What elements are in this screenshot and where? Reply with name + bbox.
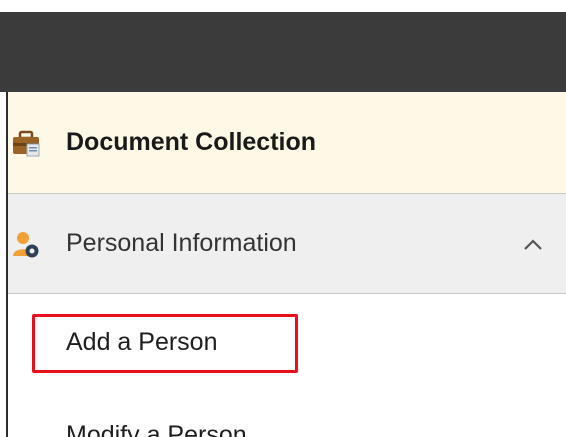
briefcase-icon (13, 130, 40, 156)
header-bar (0, 12, 566, 92)
document-collection-label: Document Collection (66, 128, 317, 156)
app-frame: Document Collection Personal Information… (0, 0, 566, 437)
sub-item-modify-a-person[interactable]: Modify a Person (66, 421, 247, 437)
personal-information-label: Personal Information (66, 229, 297, 257)
nav-item-document-collection[interactable]: Document Collection (8, 92, 566, 194)
nav-item-personal-information[interactable]: Personal Information (8, 194, 566, 294)
chevron-up-icon[interactable] (523, 237, 543, 251)
person-gear-icon (13, 231, 39, 257)
sub-item-add-a-person[interactable]: Add a Person (66, 328, 218, 357)
